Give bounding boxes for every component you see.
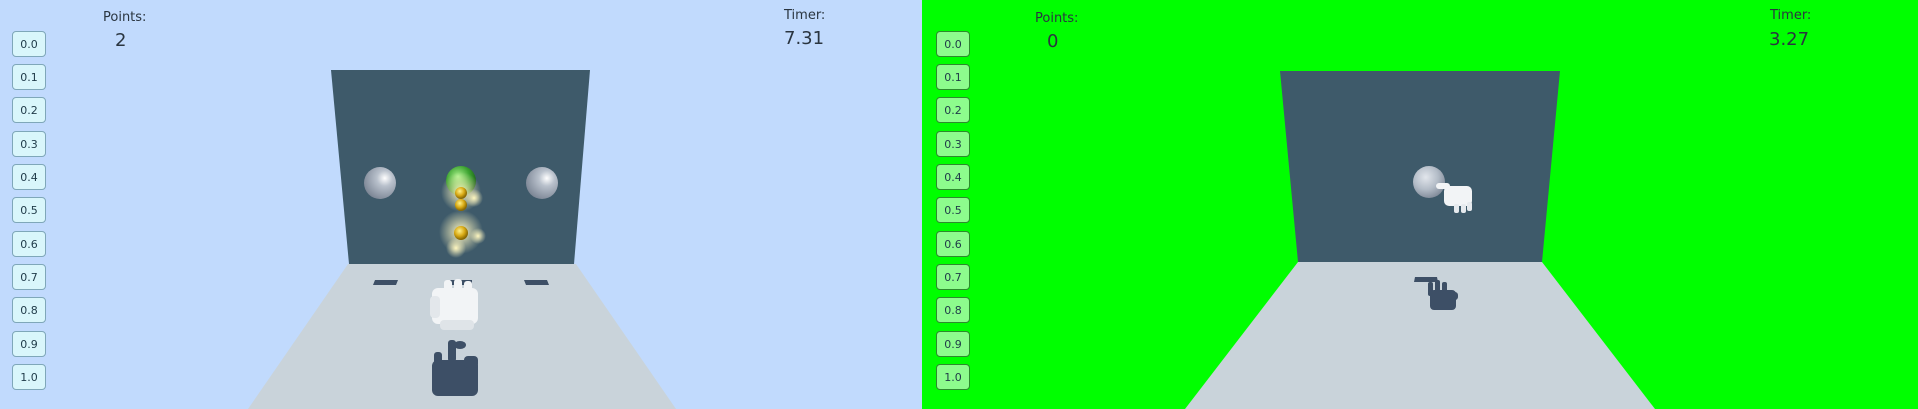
level-button-0-0[interactable]: 0.0 [12, 31, 46, 57]
level-button-0-6[interactable]: 0.6 [12, 231, 46, 257]
level-button-0-5[interactable]: 0.5 [936, 197, 970, 223]
level-button-1-0[interactable]: 1.0 [936, 364, 970, 390]
points-label: Points: [1035, 11, 1079, 26]
floor-pad-right [524, 280, 549, 285]
level-button-0-7[interactable]: 0.7 [12, 264, 46, 290]
level-button-0-5[interactable]: 0.5 [12, 197, 46, 223]
timer-label: Timer: [1770, 8, 1812, 23]
right-scene [1185, 71, 1655, 409]
points-label: Points: [103, 10, 147, 25]
back-wall [1280, 71, 1560, 262]
sparkle [446, 238, 466, 258]
timer-value: 3.27 [1769, 29, 1810, 50]
left-scene [248, 70, 676, 409]
floor-pad [1414, 277, 1438, 282]
coin [455, 199, 467, 211]
coin [455, 187, 467, 199]
floor [1185, 262, 1655, 409]
timer-value: 7.31 [784, 28, 825, 49]
level-button-0-7[interactable]: 0.7 [936, 264, 970, 290]
floor-pad-left [373, 280, 398, 285]
level-button-0-1[interactable]: 0.1 [936, 64, 970, 90]
level-button-0-9[interactable]: 0.9 [12, 331, 46, 357]
level-button-0-9[interactable]: 0.9 [936, 331, 970, 357]
coin [454, 226, 468, 240]
timer-label: Timer: [784, 8, 826, 23]
points-value: 2 [115, 30, 127, 51]
points-value: 0 [1047, 31, 1059, 52]
sparkle [470, 228, 486, 244]
right-game-view: Points: 0 Timer: 3.27 0.0 0.1 0.2 0.3 0.… [922, 0, 1918, 409]
level-button-0-3[interactable]: 0.3 [936, 131, 970, 157]
level-button-0-2[interactable]: 0.2 [936, 97, 970, 123]
level-button-0-2[interactable]: 0.2 [12, 97, 46, 123]
sparkle [465, 189, 483, 207]
level-button-0-4[interactable]: 0.4 [12, 164, 46, 190]
left-target-ball [364, 167, 396, 199]
left-game-view: Points: 2 Timer: 7.31 0.0 0.1 0.2 0.3 0.… [0, 0, 922, 409]
level-button-0-0[interactable]: 0.0 [936, 31, 970, 57]
level-button-0-1[interactable]: 0.1 [12, 64, 46, 90]
level-button-0-4[interactable]: 0.4 [936, 164, 970, 190]
level-button-0-8[interactable]: 0.8 [12, 297, 46, 323]
right-target-ball [526, 167, 558, 199]
level-button-1-0[interactable]: 1.0 [12, 364, 46, 390]
level-button-0-6[interactable]: 0.6 [936, 231, 970, 257]
level-button-0-8[interactable]: 0.8 [936, 297, 970, 323]
target-ball [1413, 166, 1445, 198]
level-button-0-3[interactable]: 0.3 [12, 131, 46, 157]
